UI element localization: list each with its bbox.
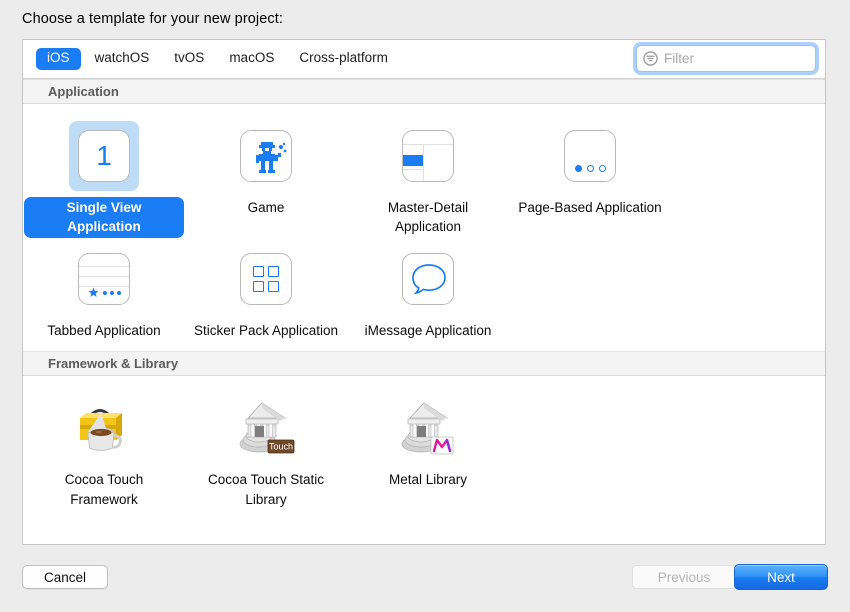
next-button[interactable]: Next: [734, 564, 828, 590]
library-touch-icon: Touch: [235, 399, 297, 457]
imessage-bubble-icon: [402, 253, 454, 305]
icon-slot: [231, 244, 301, 314]
library-metal-icon: [397, 399, 459, 457]
cancel-button[interactable]: Cancel: [22, 565, 108, 589]
section-title-application: Application: [48, 84, 119, 99]
template-label: Cocoa Touch Framework: [24, 469, 184, 510]
template-label: Game: [241, 197, 292, 219]
template-item-master-detail-application[interactable]: Master-Detail Application: [347, 115, 509, 238]
section-header-framework-library: Framework & Library: [23, 351, 825, 376]
template-item-game[interactable]: Game: [185, 115, 347, 238]
template-item-metal-library[interactable]: Metal Library: [347, 387, 509, 510]
tab-ios[interactable]: iOS: [36, 48, 81, 70]
page-title: Choose a template for your new project:: [22, 11, 283, 27]
icon-slot: [393, 121, 463, 191]
toolbox-coffee-icon: [74, 400, 134, 456]
template-item-tabbed-application[interactable]: Tabbed Application: [23, 238, 185, 342]
filter-placeholder: Filter: [664, 51, 694, 66]
svg-text:Touch: Touch: [269, 442, 293, 452]
template-label: Master-Detail Application: [348, 197, 508, 238]
template-item-page-based-application[interactable]: Page-Based Application: [509, 115, 671, 238]
template-chooser-panel: iOS watchOS tvOS macOS Cross-platform Fi…: [22, 39, 826, 545]
filter-field[interactable]: Filter: [636, 45, 816, 72]
template-label: Sticker Pack Application: [187, 320, 345, 342]
tab-cross-platform[interactable]: Cross-platform: [288, 48, 399, 70]
game-robot-icon: [240, 130, 292, 182]
sticker-pack-icon: [240, 253, 292, 305]
template-label: Metal Library: [382, 469, 474, 491]
tab-tvos[interactable]: tvOS: [163, 48, 215, 70]
icon-slot: [231, 121, 301, 191]
filter-icon: [643, 51, 658, 66]
icon-slot: [393, 393, 463, 463]
single-view-icon: 1: [78, 130, 130, 182]
icon-slot: Touch: [231, 393, 301, 463]
icon-slot: [69, 244, 139, 314]
template-label: Single View Application: [24, 197, 184, 238]
template-item-sticker-pack-application[interactable]: Sticker Pack Application: [185, 238, 347, 342]
section-title-framework-library: Framework & Library: [48, 356, 178, 371]
template-item-cocoa-touch-framework[interactable]: Cocoa Touch Framework: [23, 387, 185, 510]
dialog-footer: Cancel Previous Next: [0, 556, 850, 612]
icon-slot: [69, 393, 139, 463]
tabbed-icon: [78, 253, 130, 305]
section-header-application: Application: [23, 79, 825, 104]
selection-highlight: 1: [69, 121, 139, 191]
template-item-single-view-application[interactable]: 1 Single View Application: [23, 115, 185, 238]
template-label: Tabbed Application: [40, 320, 167, 342]
page-based-icon: [564, 130, 616, 182]
template-grid-framework-library: Cocoa Touch Framework: [23, 376, 825, 519]
platform-tabbar: iOS watchOS tvOS macOS Cross-platform Fi…: [23, 40, 825, 79]
master-detail-icon: [402, 130, 454, 182]
star-icon: [88, 287, 99, 298]
template-label: iMessage Application: [358, 320, 499, 342]
previous-button[interactable]: Previous: [632, 565, 736, 589]
template-item-cocoa-touch-static-library[interactable]: Touch Cocoa Touch Static Library: [185, 387, 347, 510]
template-label: Cocoa Touch Static Library: [186, 469, 346, 510]
tab-watchos[interactable]: watchOS: [84, 48, 161, 70]
template-label: Page-Based Application: [511, 197, 668, 219]
tab-macos[interactable]: macOS: [218, 48, 285, 70]
icon-slot: [393, 244, 463, 314]
icon-slot: [555, 121, 625, 191]
platform-tabs: iOS watchOS tvOS macOS Cross-platform: [36, 40, 399, 78]
template-grid-application: 1 Single View Application: [23, 104, 825, 351]
template-item-imessage-application[interactable]: iMessage Application: [347, 238, 509, 342]
